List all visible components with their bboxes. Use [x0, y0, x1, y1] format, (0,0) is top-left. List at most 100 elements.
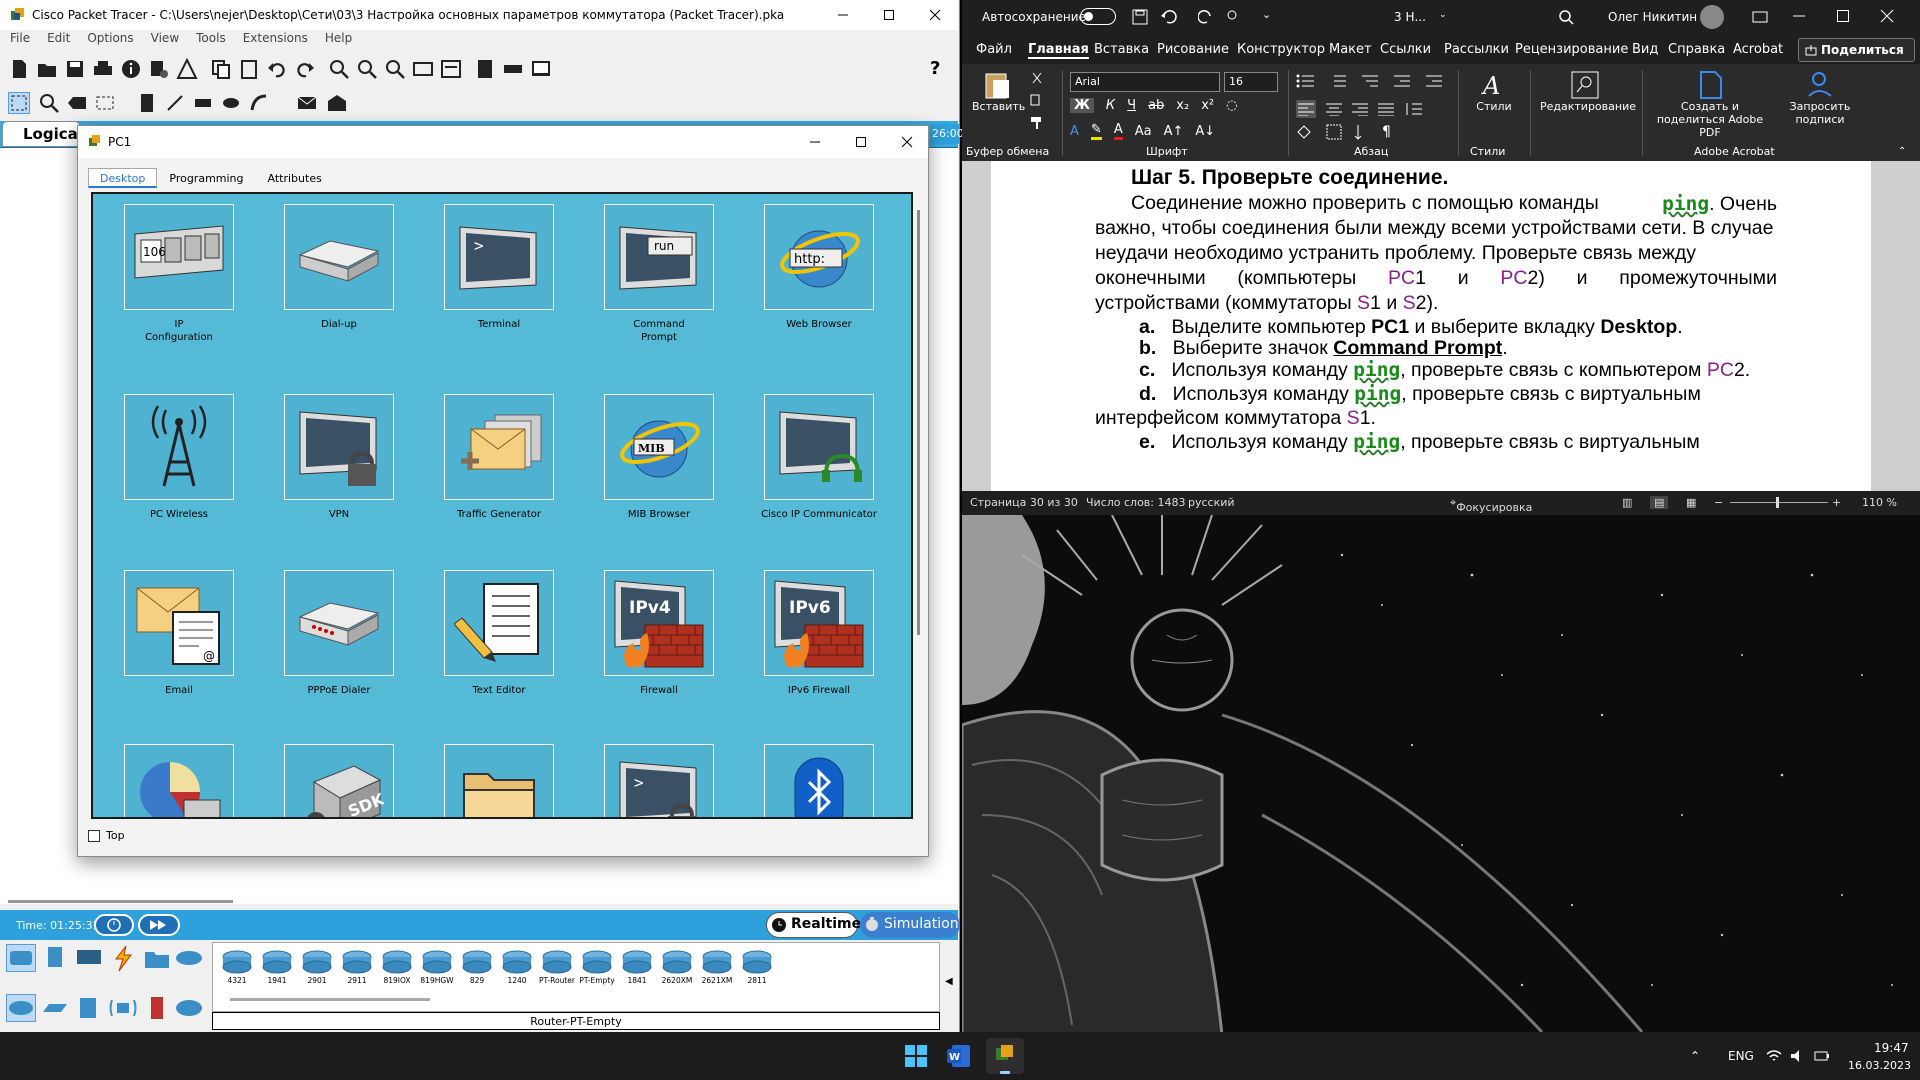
connections-icon[interactable] — [108, 944, 138, 972]
pc1-minimize-button[interactable] — [792, 126, 838, 158]
document-title[interactable]: 3 Н... — [1394, 10, 1426, 24]
device-2621xm[interactable]: 2621XM — [699, 947, 735, 985]
line-spacing-icon[interactable] — [1404, 102, 1422, 116]
scroll-left-arrow-icon[interactable]: ◀ — [945, 976, 953, 987]
hubs-icon[interactable] — [74, 994, 104, 1022]
tab-design[interactable]: Конструктор — [1237, 42, 1325, 57]
switches-icon[interactable] — [40, 994, 70, 1022]
underline-icon[interactable]: Ч — [1127, 98, 1136, 113]
device-1941[interactable]: 1941 — [259, 947, 295, 985]
app-ip-configuration[interactable]: 106 IP Configuration — [114, 204, 244, 344]
save-icon[interactable] — [1132, 9, 1148, 25]
customize-toolbar-icon[interactable]: ⌄ — [1262, 8, 1271, 21]
share-button[interactable]: Поделиться — [1798, 38, 1915, 62]
borders-icon[interactable] — [1326, 124, 1342, 140]
zoom-level[interactable]: 110 % — [1862, 496, 1897, 509]
search-icon[interactable] — [1558, 9, 1574, 25]
undo-icon[interactable] — [266, 58, 288, 80]
focus-mode[interactable]: ⌖ Фокусировка — [1450, 496, 1532, 514]
zoom-reset-icon[interactable] — [356, 58, 378, 80]
app-text-editor[interactable]: Text Editor — [434, 570, 564, 697]
clock-date[interactable]: 16.03.2023 — [1848, 1059, 1911, 1072]
security-icon[interactable] — [142, 994, 172, 1022]
redo-icon[interactable] — [294, 58, 316, 80]
pc1-close-button[interactable] — [884, 126, 930, 158]
tab-home[interactable]: Главная — [1028, 42, 1089, 59]
tab-attributes[interactable]: Attributes — [256, 168, 334, 188]
inspect-icon[interactable] — [38, 92, 60, 114]
justify-icon[interactable] — [1378, 102, 1394, 116]
autosave-toggle[interactable] — [1080, 8, 1116, 25]
device-icon[interactable] — [502, 58, 524, 80]
custom-device-dialog-icon[interactable] — [440, 58, 462, 80]
battery-icon[interactable] — [1814, 1049, 1830, 1063]
device-2911[interactable]: 2911 — [339, 947, 375, 985]
copy-icon[interactable] — [1030, 94, 1044, 108]
components-icon[interactable] — [74, 944, 104, 972]
menu-help[interactable]: Help — [325, 31, 352, 51]
print-layout-icon[interactable]: ▤ — [1650, 496, 1669, 509]
app-ssh[interactable]: > — [594, 744, 724, 817]
menu-file[interactable]: File — [10, 31, 30, 51]
delete-icon[interactable] — [66, 92, 88, 114]
info-icon[interactable] — [120, 58, 142, 80]
app-vpn[interactable]: VPN — [274, 394, 404, 521]
app-web-browser[interactable]: http: Web Browser — [754, 204, 884, 331]
tab-references[interactable]: Ссылки — [1380, 42, 1431, 57]
miscellaneous-icon[interactable] — [142, 944, 172, 972]
wan-emulation-icon[interactable] — [174, 994, 204, 1022]
word-taskbar-icon[interactable]: W — [946, 1043, 972, 1069]
align-center-icon[interactable] — [1326, 102, 1342, 116]
maximize-icon[interactable] — [1836, 9, 1850, 23]
app-cisco-ip-communicator[interactable]: Cisco IP Communicator — [754, 394, 884, 521]
strikethrough-icon[interactable]: ab — [1148, 98, 1164, 113]
show-hidden-icons-icon[interactable]: ⌃ — [1690, 1049, 1700, 1063]
device-pt-empty[interactable]: PT-Empty — [579, 947, 615, 985]
subscript-icon[interactable]: x₂ — [1176, 98, 1189, 113]
zoom-in-icon[interactable] — [328, 58, 350, 80]
shrink-font-icon[interactable]: A↓ — [1195, 124, 1215, 139]
paste-button[interactable]: Вставить — [972, 70, 1025, 113]
menu-extensions[interactable]: Extensions — [243, 31, 308, 51]
app-pppoe-dialer[interactable]: PPPoE Dialer — [274, 570, 404, 697]
text-effects-a-icon[interactable]: A — [1070, 124, 1079, 139]
checkbox-box[interactable] — [88, 829, 100, 842]
language[interactable]: русский — [1188, 496, 1235, 509]
fast-forward-button[interactable] — [138, 914, 180, 936]
draw-rectangle-icon[interactable] — [192, 92, 214, 114]
app-firewall[interactable]: IPv4 Firewall — [594, 570, 724, 697]
wifi-icon[interactable] — [1766, 1049, 1782, 1063]
cut-icon[interactable] — [1030, 72, 1044, 86]
device-1841[interactable]: 1841 — [619, 947, 655, 985]
app-terminal[interactable]: > Terminal — [434, 204, 564, 331]
freeform-icon[interactable] — [248, 92, 270, 114]
packet-tracer-taskbar-button[interactable] — [986, 1038, 1024, 1074]
resize-shape-icon[interactable] — [94, 92, 116, 114]
app-mib-browser[interactable]: MIB MIB Browser — [594, 394, 724, 521]
open-folder-icon[interactable] — [36, 58, 58, 80]
font-size-combo[interactable]: 16 — [1224, 72, 1278, 92]
desktop-scrollbar[interactable] — [913, 192, 923, 819]
undo-icon[interactable] — [1160, 9, 1184, 25]
document-page[interactable]: Шаг 5. Проверьте соединение. Соединение … — [991, 161, 1871, 491]
device-2901[interactable]: 2901 — [299, 947, 335, 985]
minimize-button[interactable] — [820, 0, 866, 30]
app-ipv6-firewall[interactable]: IPv6 IPv6 Firewall — [754, 570, 884, 697]
screenshot-icon[interactable] — [530, 58, 552, 80]
network-devices-icon[interactable] — [6, 944, 36, 972]
zoom-in-icon[interactable]: + — [1832, 496, 1841, 509]
highlight-icon[interactable]: ✎ — [1090, 122, 1102, 140]
scroll-thumb[interactable] — [917, 210, 920, 635]
print-icon[interactable] — [92, 58, 114, 80]
app-email[interactable]: @ Email — [114, 570, 244, 697]
page-count[interactable]: Страница 30 из 30 — [970, 496, 1078, 509]
close-icon[interactable] — [1880, 9, 1894, 23]
shading-icon[interactable] — [1296, 124, 1314, 140]
tab-desktop[interactable]: Desktop — [88, 168, 158, 188]
device-819hgw[interactable]: 819HGW — [419, 947, 455, 985]
paste-icon[interactable] — [238, 58, 260, 80]
bullets-icon[interactable] — [1296, 74, 1314, 88]
multiuser-icon[interactable] — [174, 944, 204, 972]
copy-icon[interactable] — [210, 58, 232, 80]
web-layout-icon[interactable]: ▦ — [1686, 496, 1696, 509]
